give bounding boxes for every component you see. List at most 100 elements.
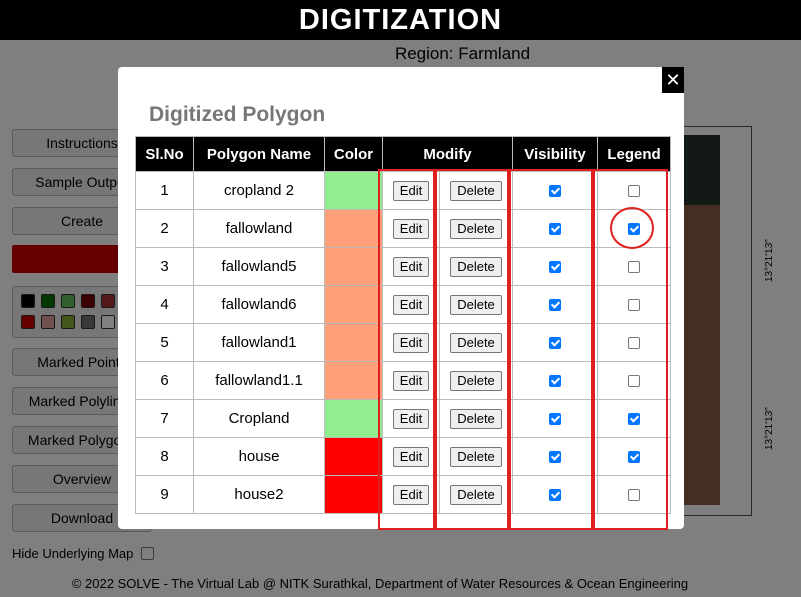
legend-checkbox[interactable] [628, 185, 640, 198]
polygon-name: fallowland [193, 209, 325, 248]
row-number: 3 [135, 247, 194, 286]
legend-cell [597, 171, 671, 210]
edit-button[interactable]: Edit [392, 446, 430, 467]
visibility-cell [512, 171, 598, 210]
edit-button[interactable]: Edit [392, 484, 430, 505]
edit-button[interactable]: Edit [392, 332, 430, 353]
visibility-checkbox[interactable] [549, 299, 561, 312]
row-number: 7 [135, 399, 194, 438]
visibility-checkbox[interactable] [549, 451, 561, 464]
polygon-name: fallowland5 [193, 247, 325, 286]
close-icon[interactable]: ✕ [662, 67, 684, 93]
color-cell [324, 437, 383, 476]
row-number: 5 [135, 323, 194, 362]
edit-cell: Edit [382, 323, 440, 362]
edit-cell: Edit [382, 475, 440, 514]
polygon-name: fallowland1.1 [193, 361, 325, 400]
legend-checkbox[interactable] [628, 413, 640, 426]
delete-button[interactable]: Delete [450, 370, 502, 391]
row-number: 1 [135, 171, 194, 210]
row-number: 4 [135, 285, 194, 324]
delete-button[interactable]: Delete [450, 446, 502, 467]
legend-checkbox[interactable] [628, 261, 640, 274]
delete-cell: Delete [439, 361, 513, 400]
edit-button[interactable]: Edit [392, 408, 430, 429]
edit-button[interactable]: Edit [392, 256, 430, 277]
legend-checkbox[interactable] [628, 299, 640, 312]
edit-cell: Edit [382, 399, 440, 438]
polygon-name: house2 [193, 475, 325, 514]
delete-button[interactable]: Delete [450, 218, 502, 239]
color-cell [324, 323, 383, 362]
delete-button[interactable]: Delete [450, 332, 502, 353]
table-row: 2 fallowland Edit Delete [135, 209, 671, 248]
polygon-name: Cropland [193, 399, 325, 438]
legend-checkbox[interactable] [628, 451, 640, 464]
visibility-cell [512, 361, 598, 400]
row-number: 6 [135, 361, 194, 400]
visibility-cell [512, 437, 598, 476]
delete-button[interactable]: Delete [450, 180, 502, 201]
legend-cell [597, 475, 671, 514]
column-header: Polygon Name [193, 136, 325, 172]
visibility-cell [512, 399, 598, 438]
legend-cell [597, 361, 671, 400]
header-bar: DIGITIZATION [0, 0, 801, 40]
delete-button[interactable]: Delete [450, 408, 502, 429]
visibility-checkbox[interactable] [549, 489, 561, 502]
delete-cell: Delete [439, 209, 513, 248]
delete-button[interactable]: Delete [450, 294, 502, 315]
delete-cell: Delete [439, 247, 513, 286]
delete-cell: Delete [439, 475, 513, 514]
edit-cell: Edit [382, 285, 440, 324]
edit-button[interactable]: Edit [392, 180, 430, 201]
column-header: Legend [597, 136, 671, 172]
delete-cell: Delete [439, 399, 513, 438]
row-number: 2 [135, 209, 194, 248]
legend-cell [597, 247, 671, 286]
visibility-cell [512, 323, 598, 362]
color-cell [324, 171, 383, 210]
delete-cell: Delete [439, 285, 513, 324]
color-cell [324, 209, 383, 248]
app-title: DIGITIZATION [298, 3, 503, 36]
legend-cell [597, 437, 671, 476]
edit-cell: Edit [382, 361, 440, 400]
legend-cell [597, 323, 671, 362]
dialog-title: Digitized Polygon [149, 103, 326, 126]
polygon-name: fallowland1 [193, 323, 325, 362]
table-row: 8 house Edit Delete [135, 437, 671, 476]
visibility-checkbox[interactable] [549, 413, 561, 426]
visibility-cell [512, 475, 598, 514]
visibility-checkbox[interactable] [549, 337, 561, 350]
visibility-checkbox[interactable] [549, 185, 561, 198]
row-number: 9 [135, 475, 194, 514]
legend-checkbox[interactable] [628, 337, 640, 350]
table-row: 9 house2 Edit Delete [135, 475, 671, 514]
delete-button[interactable]: Delete [450, 484, 502, 505]
delete-button[interactable]: Delete [450, 256, 502, 277]
legend-checkbox[interactable] [628, 223, 640, 236]
edit-button[interactable]: Edit [392, 370, 430, 391]
column-header: Sl.No [135, 136, 194, 172]
legend-cell [597, 399, 671, 438]
table-header-row: Sl.No Polygon Name Color Modify Visibili… [135, 136, 671, 172]
legend-checkbox[interactable] [628, 489, 640, 502]
color-cell [324, 475, 383, 514]
delete-cell: Delete [439, 437, 513, 476]
legend-cell [597, 209, 671, 248]
column-header: Visibility [512, 136, 598, 172]
visibility-checkbox[interactable] [549, 223, 561, 236]
visibility-checkbox[interactable] [549, 375, 561, 388]
visibility-cell [512, 209, 598, 248]
edit-button[interactable]: Edit [392, 218, 430, 239]
edit-cell: Edit [382, 171, 440, 210]
legend-cell [597, 285, 671, 324]
color-cell [324, 399, 383, 438]
polygon-name: fallowland6 [193, 285, 325, 324]
table-row: 4 fallowland6 Edit Delete [135, 285, 671, 324]
edit-button[interactable]: Edit [392, 294, 430, 315]
visibility-checkbox[interactable] [549, 261, 561, 274]
legend-checkbox[interactable] [628, 375, 640, 388]
edit-cell: Edit [382, 437, 440, 476]
